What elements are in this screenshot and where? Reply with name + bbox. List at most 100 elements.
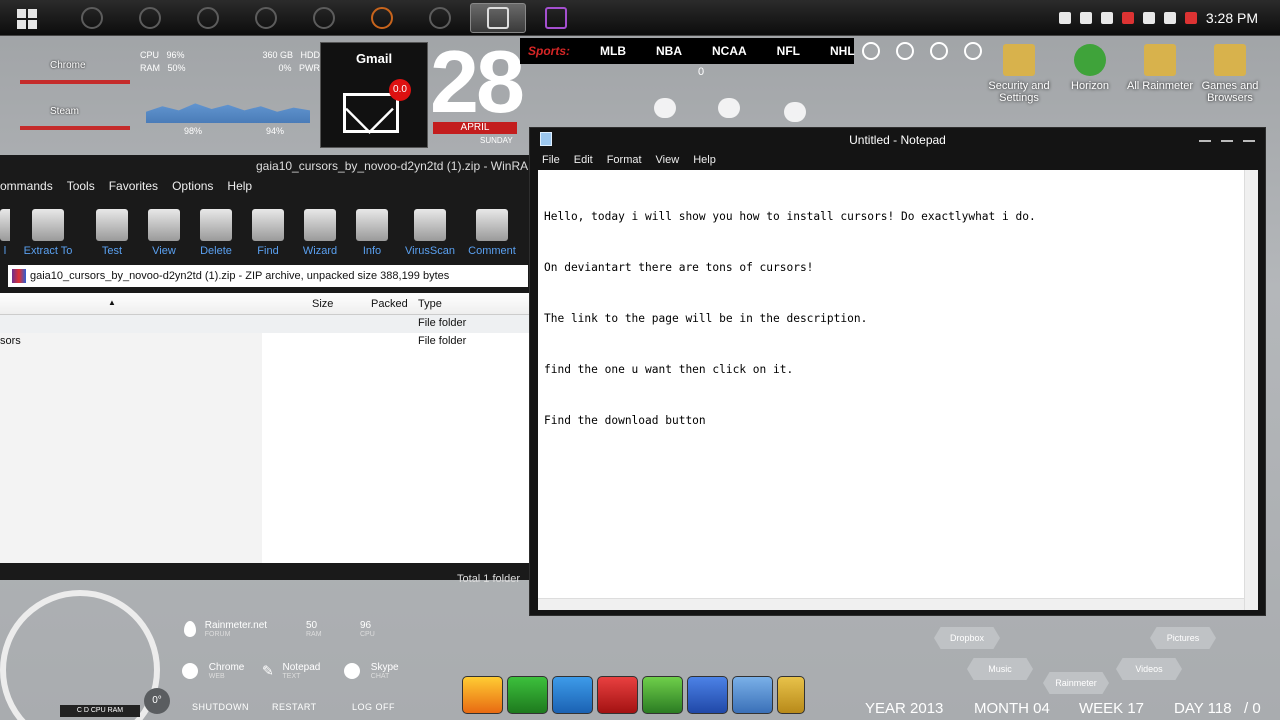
wizard-button[interactable]: Wizard: [294, 209, 346, 257]
menu-options[interactable]: Options: [172, 179, 213, 193]
sports-ncaa[interactable]: NCAA: [712, 44, 747, 58]
column-size[interactable]: Size: [312, 298, 333, 310]
archive-path[interactable]: gaia10_cursors_by_novoo-d2yn2td (1).zip …: [8, 265, 528, 287]
opera-icon[interactable]: [597, 676, 638, 714]
tray-app-icon[interactable]: [1079, 12, 1092, 24]
menu-bar: ommands Tools Favorites Options Help: [0, 177, 530, 195]
menu-view[interactable]: View: [656, 154, 680, 166]
rainmeter-folder-link[interactable]: Rainmeter: [1043, 672, 1109, 694]
tray-signal-icon[interactable]: [1163, 12, 1176, 24]
add-button[interactable]: l: [0, 209, 10, 257]
horizontal-scrollbar[interactable]: [538, 598, 1244, 610]
list-header: ▲ Size Packed Type: [0, 293, 530, 315]
desktop-icon-games[interactable]: Games and Browsers: [1190, 44, 1270, 104]
shutdown-button[interactable]: SHUTDOWN: [192, 702, 249, 712]
firefox-icon[interactable]: [462, 676, 503, 714]
monitor-icon[interactable]: [687, 676, 728, 714]
taskbar-app-2[interactable]: [122, 3, 178, 33]
info-button[interactable]: Info: [346, 209, 398, 257]
rainmeter-link[interactable]: Rainmeter.net FORUM: [184, 620, 267, 638]
pictures-link[interactable]: Pictures: [1150, 627, 1216, 649]
minimize-button[interactable]: [1199, 132, 1211, 142]
taskbar-app-3[interactable]: [412, 3, 468, 33]
ie-icon[interactable]: [552, 676, 593, 714]
gmail-widget[interactable]: Gmail 0.0: [320, 42, 428, 148]
taskbar-winrar-archive[interactable]: [528, 3, 584, 33]
app-icon: [81, 7, 103, 29]
table-row[interactable]: File folder: [0, 315, 530, 333]
loading-icon[interactable]: [930, 42, 948, 60]
system-dial: [0, 590, 160, 720]
tray-drop-icon[interactable]: [1100, 12, 1113, 24]
search-icon[interactable]: [896, 42, 914, 60]
rain-cloud-icon: [784, 102, 806, 122]
taskbar-ie[interactable]: [180, 3, 236, 33]
videos-link[interactable]: Videos: [1116, 658, 1182, 680]
tray-battery-icon[interactable]: [1142, 12, 1155, 24]
virusscan-button[interactable]: VirusScan: [398, 209, 462, 257]
tray-clock[interactable]: 3:28 PM: [1206, 10, 1258, 26]
menu-commands[interactable]: ommands: [0, 179, 53, 193]
menu-format[interactable]: Format: [607, 154, 642, 166]
spotify-icon[interactable]: [642, 676, 683, 714]
close-button[interactable]: [1243, 132, 1255, 142]
extract-to-button[interactable]: Extract To: [10, 209, 86, 257]
comment-button[interactable]: Comment: [462, 209, 522, 257]
sports-nhl[interactable]: NHL: [830, 44, 855, 58]
menu-favorites[interactable]: Favorites: [109, 179, 158, 193]
desktop-icon-security[interactable]: Security and Settings: [979, 44, 1059, 104]
tray-volume-icon[interactable]: [1184, 12, 1197, 24]
tray-flag-icon[interactable]: [1121, 12, 1134, 24]
chrome-link[interactable]: Chrome WEB: [182, 662, 244, 680]
start-button[interactable]: [8, 6, 46, 32]
notepad-link[interactable]: ✎ Notepad TEXT: [262, 662, 320, 680]
drop-icon: [184, 621, 196, 637]
desktop-icon-rainmeter[interactable]: All Rainmeter: [1120, 44, 1200, 92]
dropbox-link[interactable]: Dropbox: [934, 627, 1000, 649]
menu-edit[interactable]: Edit: [574, 154, 593, 166]
sports-mlb[interactable]: MLB: [600, 44, 626, 58]
menu-help[interactable]: Help: [693, 154, 716, 166]
menu-help[interactable]: Help: [227, 179, 252, 193]
table-row[interactable]: sors File folder: [0, 333, 530, 351]
sports-nba[interactable]: NBA: [656, 44, 682, 58]
taskbar-winrar[interactable]: [354, 3, 410, 33]
menu-file[interactable]: File: [542, 154, 560, 166]
sort-arrow-icon[interactable]: ▲: [108, 298, 116, 307]
vertical-scrollbar[interactable]: [1244, 170, 1258, 610]
taskbar-opera[interactable]: [238, 3, 294, 33]
test-button[interactable]: Test: [86, 209, 138, 257]
taskbar-spotify[interactable]: [296, 3, 352, 33]
tools-icon[interactable]: [732, 676, 773, 714]
taskbar-app-1[interactable]: [64, 3, 120, 33]
shortcut-steam[interactable]: Steam: [0, 98, 130, 130]
window-title[interactable]: Untitled - Notepad: [530, 128, 1265, 152]
shortcut-chrome[interactable]: Chrome: [0, 52, 130, 84]
find-button[interactable]: Find: [242, 209, 294, 257]
downloads-folder-icon[interactable]: [777, 676, 805, 714]
logoff-button[interactable]: LOG OFF: [352, 702, 395, 712]
tray-arrow-icon[interactable]: [1058, 12, 1071, 24]
view-button[interactable]: View: [138, 209, 190, 257]
chrome-icon[interactable]: [507, 676, 548, 714]
skype-link[interactable]: Skype CHAT: [344, 662, 399, 680]
window-title[interactable]: gaia10_cursors_by_novoo-d2yn2td (1).zip …: [0, 155, 530, 177]
taskbar-notepad[interactable]: [470, 3, 526, 33]
menu-tools[interactable]: Tools: [67, 179, 95, 193]
info-icon[interactable]: [862, 42, 880, 60]
restart-button[interactable]: RESTART: [272, 702, 317, 712]
text-editor[interactable]: Hello, today i will show you how to inst…: [538, 170, 1258, 610]
calendar-week: WEEK 17: [1079, 700, 1145, 717]
desktop-icon-horizon[interactable]: Horizon: [1050, 44, 1130, 92]
rain-cloud-icon: [718, 98, 740, 118]
find-icon: [252, 209, 284, 241]
maximize-button[interactable]: [1221, 132, 1233, 142]
sports-nfl[interactable]: NFL: [777, 44, 800, 58]
column-packed[interactable]: Packed: [371, 298, 408, 310]
column-type[interactable]: Type: [418, 298, 442, 310]
rain-cloud-icon: [654, 98, 676, 118]
music-link[interactable]: Music: [967, 658, 1033, 680]
delete-button[interactable]: Delete: [190, 209, 242, 257]
toolbar: l Extract To Test View Delete Find Wizar…: [0, 195, 530, 263]
editor-text[interactable]: Hello, today i will show you how to inst…: [544, 174, 1036, 463]
